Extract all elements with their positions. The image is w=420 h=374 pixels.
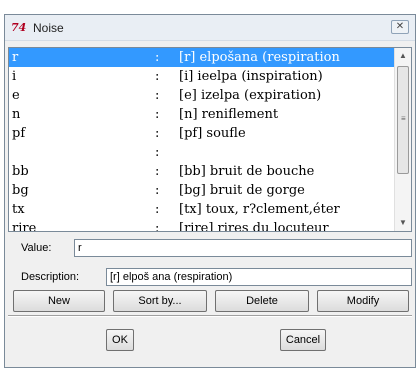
- noise-code: n: [12, 107, 21, 122]
- noise-description: [i] ieelpa (inspiration): [179, 69, 323, 84]
- separator: :: [155, 164, 160, 179]
- list-scrollbar[interactable]: ▲ ≡ ▼: [394, 48, 411, 231]
- noise-description: [pf] soufle: [179, 126, 246, 141]
- close-button[interactable]: ✕: [391, 20, 409, 34]
- noise-description: [bg] bruit de gorge: [179, 183, 305, 198]
- noise-list-rows: r: [r] elpošana (respiration i: [i] ieelpa …: [9, 48, 394, 231]
- separator: :: [155, 126, 160, 141]
- scroll-down-arrow-icon[interactable]: ▼: [395, 215, 411, 231]
- new-button[interactable]: New: [13, 290, 105, 312]
- noise-list-item[interactable]: bg: [bg] bruit de gorge: [9, 181, 394, 200]
- noise-code: tx: [12, 202, 25, 217]
- separator: :: [155, 107, 160, 122]
- title-bar[interactable]: 74 Noise ✕: [5, 15, 415, 41]
- app-icon: 74: [11, 21, 27, 34]
- noise-code: r: [12, 50, 19, 65]
- noise-description: [tx] toux, r?clement,éter: [179, 202, 340, 217]
- separator: :: [155, 145, 160, 160]
- noise-list-item[interactable]: e: [e] izelpa (expiration): [9, 86, 394, 105]
- noise-list-item[interactable]: tx: [tx] toux, r?clement,éter: [9, 200, 394, 219]
- scrollbar-thumb[interactable]: ≡: [397, 66, 409, 174]
- sort-by-button[interactable]: Sort by...: [113, 290, 207, 312]
- separator: :: [155, 88, 160, 103]
- noise-code: pf: [12, 126, 26, 141]
- noise-list-item[interactable]: pf: [pf] soufle: [9, 124, 394, 143]
- cancel-button[interactable]: Cancel: [280, 329, 326, 351]
- separator: :: [155, 69, 160, 84]
- delete-button[interactable]: Delete: [215, 290, 309, 312]
- close-icon: ✕: [395, 21, 405, 32]
- noise-list-item[interactable]: r: [r] elpošana (respiration: [9, 48, 394, 67]
- description-field[interactable]: [r] elpoš ana (respiration): [106, 268, 412, 286]
- modify-button[interactable]: Modify: [317, 290, 409, 312]
- scroll-up-arrow-icon[interactable]: ▲: [395, 48, 411, 64]
- value-field[interactable]: r: [74, 239, 412, 257]
- noise-code: i: [12, 69, 17, 84]
- window-title: Noise: [33, 21, 64, 35]
- noise-list-item[interactable]: i: [i] ieelpa (inspiration): [9, 67, 394, 86]
- scrollbar-grip-icon: ≡: [401, 114, 406, 123]
- noise-description: [r] elpošana (respiration: [179, 50, 340, 65]
- noise-list-item[interactable]: :: [9, 143, 394, 162]
- value-label: Value:: [21, 242, 52, 254]
- noise-description: [bb] bruit de bouche: [179, 164, 315, 179]
- noise-list-item[interactable]: rire: [rire] rires du locuteur: [9, 219, 394, 232]
- noise-description: [rire] rires du locuteur: [179, 221, 329, 232]
- separator: :: [155, 202, 160, 217]
- noise-description: [e] izelpa (expiration): [179, 88, 322, 103]
- noise-code: e: [12, 88, 20, 103]
- noise-list-item[interactable]: bb: [bb] bruit de bouche: [9, 162, 394, 181]
- separator: :: [155, 221, 160, 232]
- ok-button[interactable]: OK: [106, 329, 134, 351]
- noise-code: rire: [12, 221, 37, 232]
- separator: :: [155, 183, 160, 198]
- noise-code: bg: [12, 183, 29, 198]
- noise-description: [n] reniflement: [179, 107, 279, 122]
- noise-dialog: 74 Noise ✕ r: [r] elpošana (respiration i:…: [4, 14, 416, 368]
- divider: [8, 315, 412, 317]
- noise-list-item[interactable]: n: [n] reniflement: [9, 105, 394, 124]
- noise-code: bb: [12, 164, 29, 179]
- separator: :: [155, 50, 160, 65]
- noise-listbox[interactable]: r: [r] elpošana (respiration i: [i] ieelpa …: [8, 47, 412, 232]
- description-label: Description:: [21, 271, 80, 283]
